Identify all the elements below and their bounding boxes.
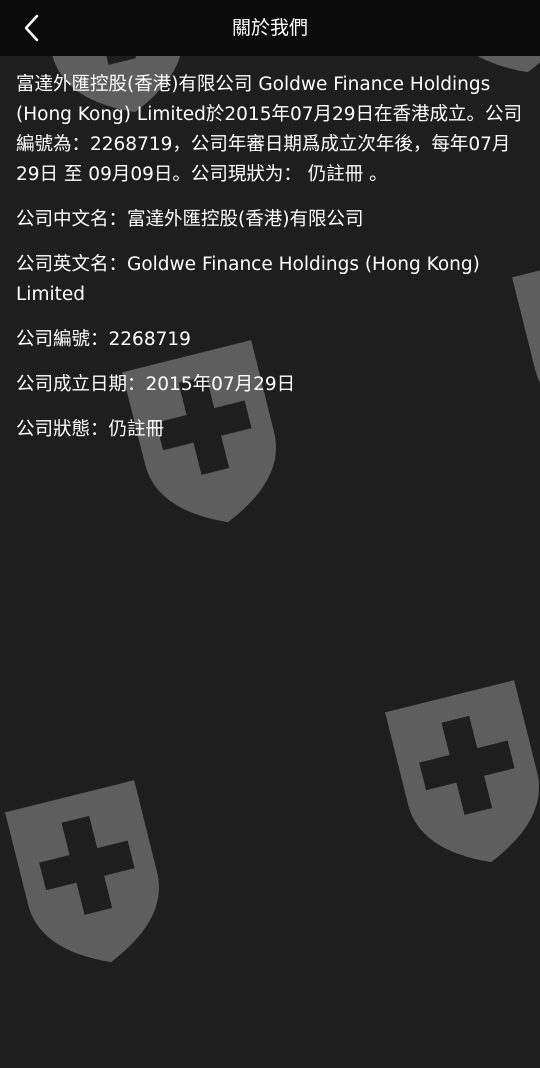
info-row-chinese-name: 公司中文名：富達外匯控股(香港)有限公司: [16, 205, 526, 235]
about-content: 富達外匯控股(香港)有限公司 Goldwe Finance Holdings (…: [16, 70, 526, 460]
shield-cross-icon: [385, 680, 540, 879]
info-label: 公司編號：: [16, 329, 109, 350]
info-row-status: 公司狀態：仍註冊: [16, 415, 526, 445]
info-row-company-number: 公司編號：2268719: [16, 325, 526, 355]
info-value: 仍註冊: [108, 419, 165, 440]
info-value: 2268719: [108, 329, 191, 350]
info-label: 公司成立日期：: [16, 374, 146, 395]
top-bar: 關於我們: [0, 0, 540, 56]
info-value: 富達外匯控股(香港)有限公司: [127, 209, 364, 230]
info-label: 公司英文名：: [16, 254, 128, 275]
company-intro: 富達外匯控股(香港)有限公司 Goldwe Finance Holdings (…: [16, 74, 523, 185]
info-label: 公司狀態：: [16, 419, 109, 440]
info-value: 2015年07月29日: [145, 374, 296, 395]
page-title: 關於我們: [231, 17, 308, 39]
info-row-english-name: 公司英文名：Goldwe Finance Holdings (Hong Kong…: [16, 250, 526, 310]
info-label: 公司中文名：: [16, 209, 128, 230]
shield-cross-icon: [5, 780, 176, 979]
info-row-incorporation-date: 公司成立日期：2015年07月29日: [16, 370, 526, 400]
